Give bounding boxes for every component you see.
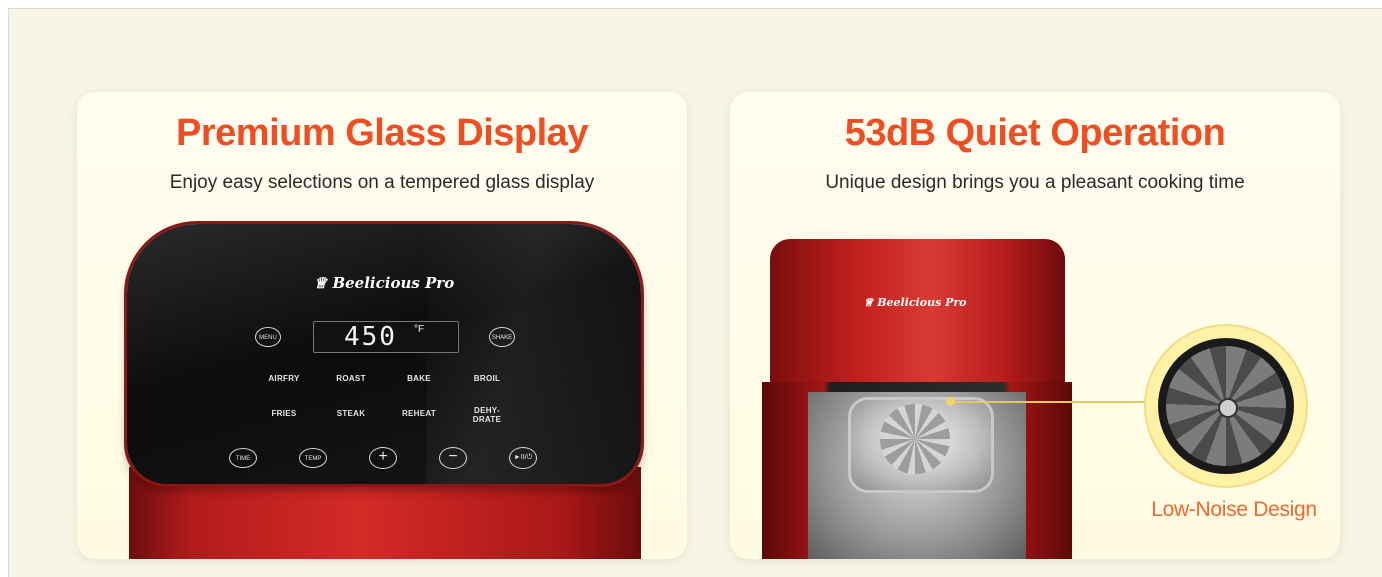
mode-fries: FRIES (271, 409, 297, 418)
fan-icon (880, 404, 950, 474)
air-fryer-top (770, 239, 1065, 389)
quiet-operation-card: 53dB Quiet Operation Unique design bring… (730, 92, 1340, 559)
callout-line (950, 401, 1155, 403)
brand-name: Beelicious Pro (877, 296, 967, 309)
time-button: TIME (229, 448, 257, 468)
plus-button: + (369, 447, 397, 469)
temperature-unit: °F (414, 324, 425, 335)
card-subtitle: Unique design brings you a pleasant cook… (825, 172, 1245, 193)
shake-button: SHAKE (489, 327, 515, 347)
mode-roast: ROAST (336, 374, 366, 383)
page-background: Premium Glass Display Enjoy easy selecti… (8, 8, 1382, 577)
brand-name: Beelicious Pro (332, 274, 455, 292)
fan-icon (1166, 346, 1286, 466)
fan-zoom-inner (1158, 338, 1294, 474)
start-pause-button: ►II/⏻ (509, 447, 537, 469)
fan-zoom-circle (1146, 326, 1306, 486)
low-noise-label: Low-Noise Design (1151, 498, 1317, 521)
mode-broil: BROIL (473, 374, 501, 383)
glass-display-card: Premium Glass Display Enjoy easy selecti… (77, 92, 687, 559)
mode-reheat: REHEAT (401, 409, 437, 418)
minus-button: − (439, 447, 467, 469)
chef-hat-icon: ♕ (313, 274, 328, 292)
mode-dehydrate: DEHY-DRATE (472, 406, 502, 424)
chef-hat-icon: ♕ (863, 296, 874, 309)
mode-airfry: AIRFRY (268, 374, 300, 383)
temp-button: TEMP (299, 448, 327, 468)
temperature-value: 450 (344, 322, 397, 352)
menu-button: MENU (255, 327, 281, 347)
temperature-display: 450 °F (313, 321, 459, 353)
callout-dot (946, 397, 955, 406)
glass-reflection (427, 224, 647, 484)
card-title: 53dB Quiet Operation (844, 112, 1226, 154)
fan-hub (1218, 398, 1238, 418)
card-subtitle: Enjoy easy selections on a tempered glas… (169, 172, 595, 193)
mode-steak: STEAK (336, 409, 366, 418)
card-title: Premium Glass Display (176, 112, 588, 154)
glass-control-panel: ♕ Beelicious Pro MENU 450 °F SHAKE AIRFR… (127, 224, 647, 484)
mode-bake: BAKE (407, 374, 431, 383)
brand-logo: ♕ Beelicious Pro (127, 274, 641, 292)
brand-logo: ♕ Beelicious Pro (730, 296, 1100, 309)
